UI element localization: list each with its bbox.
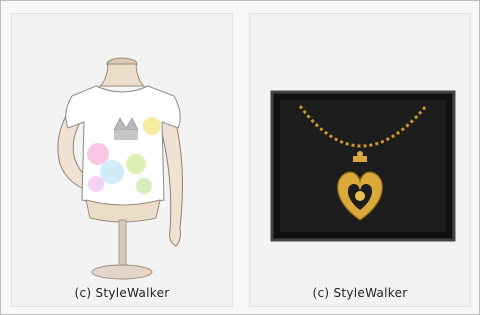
product-card-necklace[interactable]: (c) StyleWalker <box>249 13 471 307</box>
necklace-box-image <box>270 90 456 242</box>
copyright-caption: (c) StyleWalker <box>312 286 408 300</box>
product-gallery: (c) StyleWalker (c) StyleWalker <box>0 0 480 315</box>
copyright-caption: (c) StyleWalker <box>74 286 170 300</box>
product-card-tshirt[interactable]: (c) StyleWalker <box>11 13 233 307</box>
tshirt-mannequin-image <box>57 57 183 280</box>
